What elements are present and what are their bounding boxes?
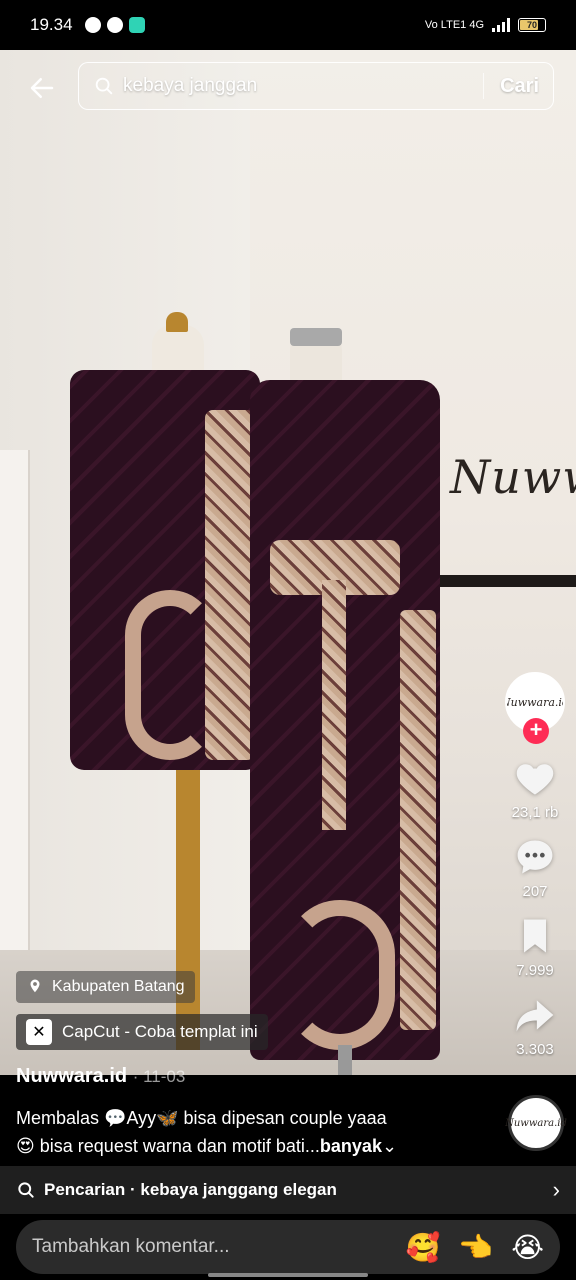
signal-icon bbox=[492, 18, 510, 32]
search-input[interactable]: kebaya janggan bbox=[123, 75, 475, 97]
search-bar[interactable]: kebaya janggan Cari bbox=[78, 62, 554, 110]
batik-wave-pattern bbox=[125, 590, 215, 760]
back-button[interactable] bbox=[22, 68, 62, 108]
caption-line-2: 😍 bisa request warna dan motif bati...ba… bbox=[16, 1132, 496, 1160]
heart-icon bbox=[516, 764, 554, 795]
action-rail: Nuwwara.id + 23,1 rb 207 7.999 3.303 bbox=[500, 672, 570, 1072]
search-icon bbox=[18, 1182, 34, 1198]
related-search-label: Pencarian · kebaya janggang elegan bbox=[44, 1180, 337, 1199]
save-count: 7.999 bbox=[516, 962, 554, 979]
mannequin-stand-female bbox=[338, 1045, 352, 1075]
search-submit-button[interactable]: Cari bbox=[500, 75, 539, 98]
share-count: 3.303 bbox=[516, 1041, 554, 1058]
comment-input[interactable]: Tambahkan komentar... bbox=[32, 1236, 388, 1258]
batik-wave-pattern-dress bbox=[285, 900, 395, 1050]
chrome-icon bbox=[106, 17, 123, 33]
comment-bar[interactable]: Tambahkan komentar... 🥰 👈 😭 bbox=[16, 1220, 560, 1274]
caption-line-1: Membalas 💬Ayy🦋 bisa dipesan couple yaaa bbox=[16, 1108, 387, 1128]
mannequin-stand bbox=[176, 750, 200, 1050]
status-time: 19.34 bbox=[30, 15, 73, 34]
related-search-bar[interactable]: Pencarian · kebaya janggang elegan › bbox=[0, 1166, 576, 1214]
whatsapp-icon bbox=[84, 17, 101, 33]
wall-shelf bbox=[440, 575, 576, 587]
capcut-label: CapCut - Coba templat ini bbox=[62, 1022, 258, 1041]
comment-icon bbox=[517, 840, 553, 874]
see-more-link[interactable]: banyak bbox=[320, 1136, 382, 1156]
arrow-left-icon bbox=[30, 78, 54, 98]
capcut-icon: ✕ bbox=[26, 1019, 52, 1045]
chevron-right-icon: › bbox=[552, 1177, 560, 1202]
author-name[interactable]: Nuwwara.id bbox=[16, 1065, 127, 1087]
share-button[interactable]: 3.303 bbox=[513, 993, 557, 1058]
post-caption[interactable]: Membalas 💬Ayy🦋 bisa dipesan couple yaaa … bbox=[16, 1104, 496, 1160]
battery-icon: 70 bbox=[518, 18, 546, 32]
comment-count: 207 bbox=[522, 883, 548, 900]
home-indicator[interactable] bbox=[208, 1273, 368, 1277]
chevron-down-icon: ⌄ bbox=[381, 1136, 398, 1156]
bookmark-icon bbox=[524, 919, 546, 953]
mannequin-cap bbox=[290, 328, 342, 346]
search-divider bbox=[483, 73, 485, 99]
location-label: Kabupaten Batang bbox=[52, 978, 185, 995]
emoji-pointing-hand[interactable]: 👈 bbox=[458, 1231, 493, 1264]
batik-side-panel bbox=[400, 610, 436, 1030]
shelf bbox=[0, 450, 30, 1010]
like-count: 23,1 rb bbox=[511, 804, 559, 821]
network-label: Vo LTE1 4G bbox=[424, 19, 484, 31]
notification-icons bbox=[84, 17, 145, 33]
post-date: · 11-03 bbox=[132, 1067, 186, 1086]
comment-button[interactable]: 207 bbox=[513, 835, 557, 900]
messenger-icon bbox=[128, 17, 145, 33]
status-bar: 19.34 Vo LTE1 4G 70 bbox=[0, 0, 576, 50]
creator-avatar-wrap[interactable]: Nuwwara.id + bbox=[505, 672, 565, 744]
emoji-smiling-hearts[interactable]: 🥰 bbox=[406, 1231, 441, 1264]
search-icon bbox=[95, 77, 113, 95]
emoji-crying[interactable]: 😭 bbox=[511, 1231, 544, 1264]
author-line[interactable]: Nuwwara.id · 11-03 bbox=[16, 1065, 185, 1088]
music-disc-icon[interactable]: Nuwwara.id bbox=[505, 1095, 567, 1151]
share-arrow-icon bbox=[516, 1000, 554, 1032]
video-player[interactable]: Nuwwara. bbox=[0, 50, 576, 1075]
location-tag[interactable]: Kabupaten Batang bbox=[16, 971, 195, 1003]
caption-text: 😍 bisa request warna dan motif bati... bbox=[16, 1136, 320, 1156]
save-button[interactable]: 7.999 bbox=[513, 914, 557, 979]
mannequin-knob bbox=[166, 312, 188, 332]
follow-button[interactable]: + bbox=[523, 718, 549, 744]
location-pin-icon bbox=[30, 979, 40, 993]
brand-signage: Nuwwara. bbox=[450, 450, 576, 504]
battery-level: 70 bbox=[526, 20, 537, 30]
capcut-template-tag[interactable]: ✕ CapCut - Coba templat ini bbox=[16, 1014, 268, 1050]
batik-tie bbox=[322, 580, 346, 830]
like-button[interactable]: 23,1 rb bbox=[511, 756, 559, 821]
system-status: Vo LTE1 4G 70 bbox=[425, 18, 546, 32]
